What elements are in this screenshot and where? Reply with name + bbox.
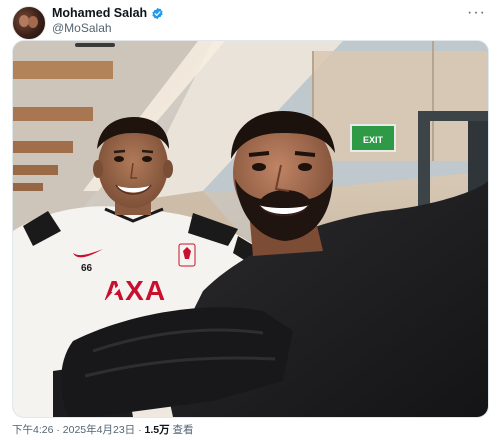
views-label: 查看	[169, 424, 194, 436]
avatar[interactable]	[12, 6, 46, 40]
author-display-name[interactable]: Mohamed Salah	[52, 6, 147, 21]
tweet-date[interactable]: 2025年4月23日	[63, 424, 135, 436]
jersey-number: 66	[81, 263, 93, 274]
sponsor-logo: AXA	[104, 275, 166, 306]
photo-scene: EXIT 66 AXA	[13, 41, 488, 417]
tweet-meta: 下午4:26 · 2025年4月23日 · 1.5万 查看	[12, 422, 194, 437]
author-block: Mohamed Salah @MoSalah	[52, 6, 164, 36]
exit-sign: EXIT	[363, 135, 384, 145]
tweet-time[interactable]: 下午4:26	[12, 424, 53, 436]
more-horizontal-icon[interactable]: ···	[467, 5, 486, 21]
author-handle[interactable]: @MoSalah	[52, 21, 164, 36]
views-count: 1.5万	[144, 424, 170, 436]
author-name-row[interactable]: Mohamed Salah	[52, 6, 164, 21]
verified-badge-icon	[152, 7, 163, 20]
tweet-photo[interactable]: EXIT 66 AXA	[12, 40, 489, 418]
meta-separator: ·	[135, 424, 145, 436]
meta-separator: ·	[53, 424, 63, 436]
tweet-header: Mohamed Salah @MoSalah ···	[12, 5, 488, 40]
